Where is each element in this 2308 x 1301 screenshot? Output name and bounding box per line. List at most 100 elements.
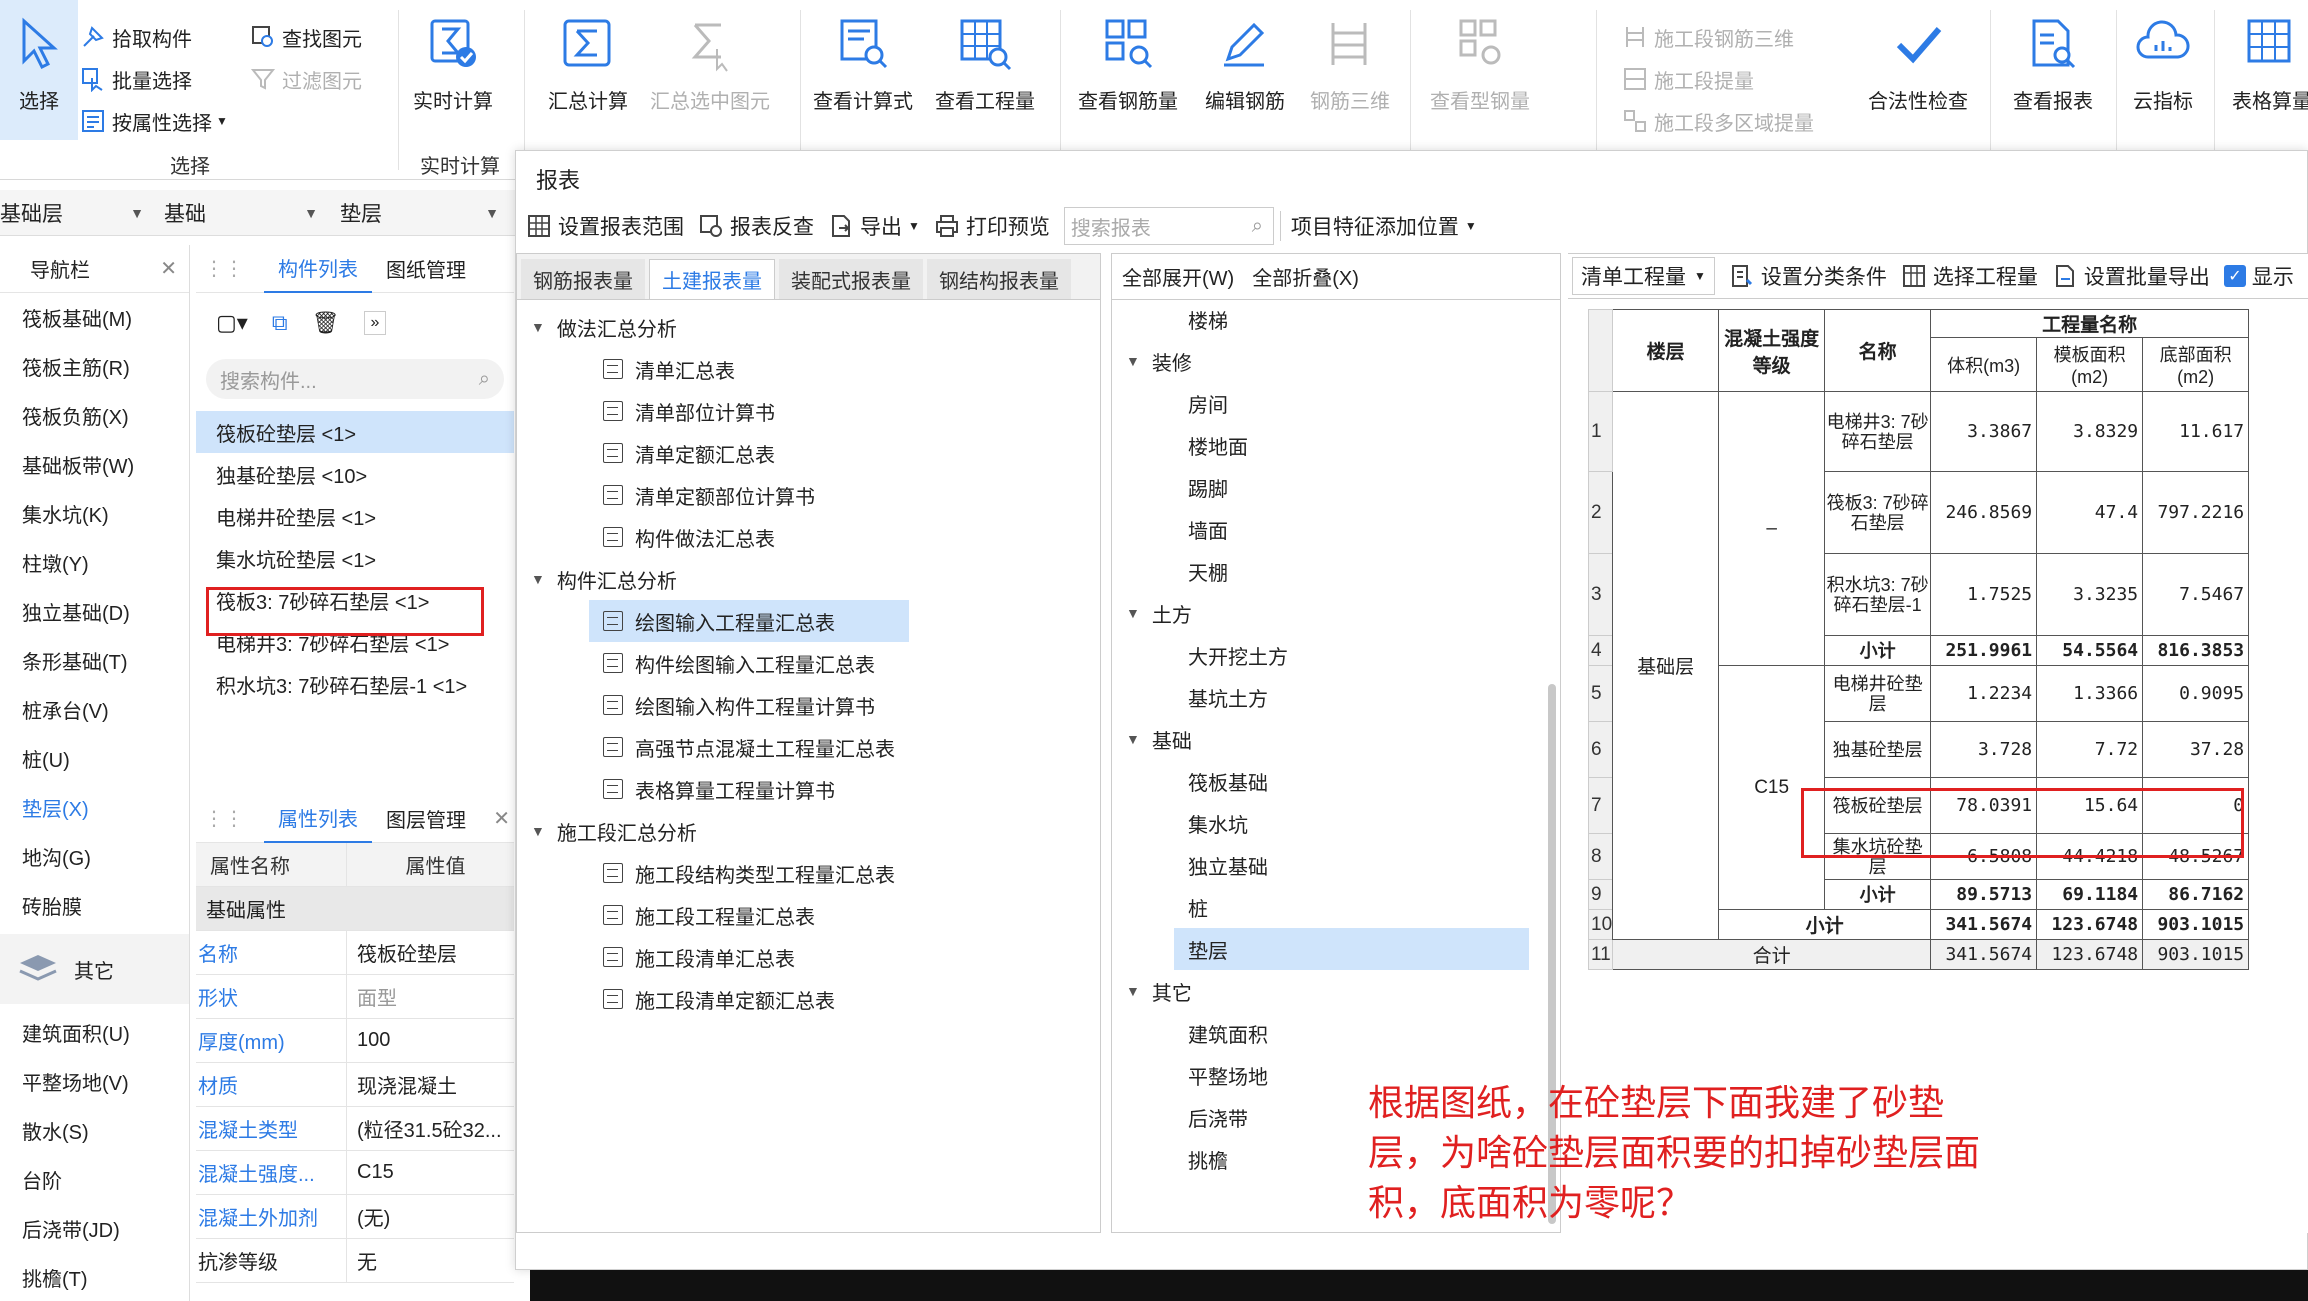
table-row[interactable]: 1 基础层 – 电梯井3: 7砂碎石垫层 3.3867 3.8329 11.617 <box>1587 391 2250 940</box>
tree-report-item[interactable]: 表格算量工程量计算书 <box>517 768 1100 810</box>
nav-item[interactable]: 地沟(G) <box>0 832 189 881</box>
stage-rebar-3d-button[interactable]: 施工段钢筋三维 <box>1622 18 1794 56</box>
tree-report-item[interactable]: 高强节点混凝土工程量汇总表 <box>517 726 1100 768</box>
type-tree-item[interactable]: 房间 <box>1112 382 1560 424</box>
tree-group[interactable]: ▼ 构件汇总分析 <box>517 558 1100 600</box>
report-tab[interactable]: 钢结构报表量 <box>927 259 1071 299</box>
floor-dropdown[interactable]: 基础层 ▼ <box>0 190 150 236</box>
tree-report-item[interactable]: 构件绘图输入工程量汇总表 <box>517 642 1100 684</box>
nav-item[interactable]: 平整场地(V) <box>0 1057 189 1106</box>
close-icon[interactable]: ✕ <box>493 806 510 831</box>
nav-item[interactable]: 台阶 <box>0 1155 189 1204</box>
type-tree-group[interactable]: ▼ 装修 <box>1112 340 1560 382</box>
type-tree-item[interactable]: 楼地面 <box>1112 424 1560 466</box>
nav-item[interactable]: 条形基础(T) <box>0 636 189 685</box>
type-tree-item[interactable]: 大开挖土方 <box>1112 634 1560 676</box>
component-list-item[interactable]: 独基砼垫层 <10> <box>196 453 514 495</box>
view-steel-button[interactable]: 查看型钢量 <box>1420 15 1540 120</box>
summary-selected-button[interactable]: 汇总选中图元 <box>640 15 780 120</box>
type-tree-item[interactable]: 筏板基础 <box>1112 760 1560 802</box>
component-list-item[interactable]: 电梯井砼垫层 <1> <box>196 495 514 537</box>
nav-item[interactable]: 基础板带(W) <box>0 440 189 489</box>
type-dropdown[interactable]: 垫层 ▼ <box>340 190 505 236</box>
view-formula-button[interactable]: 查看计算式 <box>808 15 918 120</box>
property-value[interactable]: (无) <box>346 1194 514 1239</box>
tree-report-item[interactable]: 清单汇总表 <box>517 348 1100 390</box>
select-button[interactable]: 选择 <box>0 0 78 140</box>
component-search-input[interactable]: 搜索构件... ⌕ <box>206 359 504 399</box>
copy-icon[interactable]: ⧉ <box>272 310 288 336</box>
filter-element-button[interactable]: 过滤图元 <box>250 60 362 98</box>
nav-group-other[interactable]: 其它 <box>0 934 189 1004</box>
nav-item[interactable]: 筏板负筋(X) <box>0 391 189 440</box>
tab-drawing-manage[interactable]: 图纸管理 <box>372 245 480 293</box>
summary-calc-button[interactable]: 汇总计算 <box>538 15 638 120</box>
property-value[interactable]: 100 <box>346 1018 514 1063</box>
type-tree-item[interactable]: 踢脚 <box>1112 466 1560 508</box>
property-value[interactable]: 面型 <box>346 974 514 1019</box>
property-row[interactable]: 厚度(mm) 100 <box>196 1018 514 1063</box>
tree-report-item[interactable]: 施工段结构类型工程量汇总表 <box>517 852 1100 894</box>
nav-item[interactable]: 散水(S) <box>0 1106 189 1155</box>
nav-item[interactable]: 后浇带(JD) <box>0 1204 189 1253</box>
find-element-button[interactable]: 查找图元 <box>250 18 362 56</box>
collapse-all-button[interactable]: 全部折叠(X) <box>1252 262 1359 291</box>
show-checkbox[interactable]: ✓ 显示 <box>2223 261 2294 291</box>
nav-item[interactable]: 桩承台(V) <box>0 685 189 734</box>
table-row[interactable]: 11 合计 341.5674 123.6748 903.1015 <box>1587 939 2250 970</box>
edit-rebar-button[interactable]: 编辑钢筋 <box>1190 15 1300 120</box>
tree-report-item[interactable]: 清单定额汇总表 <box>517 432 1100 474</box>
tree-report-item[interactable]: 施工段清单汇总表 <box>517 936 1100 978</box>
print-preview-button[interactable]: 打印预览 <box>934 211 1050 241</box>
tree-report-item[interactable]: 绘图输入构件工程量计算书 <box>517 684 1100 726</box>
tree-report-item[interactable]: 施工段工程量汇总表 <box>517 894 1100 936</box>
property-row[interactable]: 材质 现浇混凝土 <box>196 1062 514 1107</box>
set-category-button[interactable]: 设置分类条件 <box>1729 261 1887 291</box>
drag-handle-icon[interactable]: ⋮⋮ <box>204 806 244 831</box>
property-row[interactable]: 混凝土类型 (粒径31.5砼32... <box>196 1106 514 1151</box>
nav-item[interactable]: 集水坑(K) <box>0 489 189 538</box>
pick-component-button[interactable]: 拾取构件 <box>80 18 192 56</box>
tab-component-list[interactable]: 构件列表 <box>264 245 372 293</box>
tree-report-item[interactable]: 清单部位计算书 <box>517 390 1100 432</box>
reverse-check-button[interactable]: 报表反查 <box>698 211 814 241</box>
report-tab[interactable]: 土建报表量 <box>649 259 775 299</box>
type-tree-item[interactable]: 墙面 <box>1112 508 1560 550</box>
nav-item[interactable]: 砖胎膜 <box>0 881 189 930</box>
stage-extract-button[interactable]: 施工段提量 <box>1622 60 1754 98</box>
qty-type-dropdown[interactable]: 清单工程量 ▼ <box>1572 257 1715 295</box>
tree-group[interactable]: ▼ 施工段汇总分析 <box>517 810 1100 852</box>
nav-item[interactable]: 建筑面积(U) <box>0 1008 189 1057</box>
nav-item[interactable]: 筏板主筋(R) <box>0 342 189 391</box>
more-icon[interactable]: » <box>363 311 387 335</box>
close-icon[interactable]: ✕ <box>160 256 177 281</box>
view-quantity-button[interactable]: 查看工程量 <box>930 15 1040 120</box>
tab-layer-manage[interactable]: 图层管理 <box>372 795 480 843</box>
tree-report-item[interactable]: 施工段清单定额汇总表 <box>517 978 1100 1020</box>
type-tree-item[interactable]: 桩 <box>1112 886 1560 928</box>
view-report-button[interactable]: 查看报表 <box>1998 15 2108 120</box>
report-tab[interactable]: 钢筋报表量 <box>521 259 645 299</box>
type-tree-item[interactable]: 楼梯 <box>1112 298 1560 340</box>
expand-all-button[interactable]: 全部展开(W) <box>1122 262 1234 291</box>
property-value[interactable]: (粒径31.5砼32... <box>346 1106 514 1151</box>
type-tree-group[interactable]: ▼ 土方 <box>1112 592 1560 634</box>
stage-multi-extract-button[interactable]: 施工段多区域提量 <box>1622 102 1814 140</box>
property-row[interactable]: 混凝土外加剂 (无) <box>196 1194 514 1239</box>
component-list-item[interactable]: 筏板砼垫层 <1> <box>196 411 514 453</box>
type-tree-item[interactable]: 垫层 <box>1174 928 1529 970</box>
type-tree-item[interactable]: 建筑面积 <box>1112 1012 1560 1054</box>
category-dropdown[interactable]: 基础 ▼ <box>164 190 324 236</box>
property-value[interactable]: 筏板砼垫层 <box>346 930 514 975</box>
legality-check-button[interactable]: 合法性检查 <box>1858 15 1978 120</box>
type-tree-group[interactable]: ▼ 基础 <box>1112 718 1560 760</box>
drag-handle-icon[interactable]: ⋮⋮ <box>204 256 244 281</box>
type-tree-item[interactable]: 天棚 <box>1112 550 1560 592</box>
realtime-calc-button[interactable]: 实时计算 <box>408 15 498 120</box>
property-row[interactable]: 名称 筏板砼垫层 <box>196 930 514 975</box>
property-row[interactable]: 抗渗等级 无 <box>196 1238 514 1283</box>
tree-report-item[interactable]: 绘图输入工程量汇总表 <box>589 600 909 642</box>
property-row[interactable]: 混凝土强度... C15 <box>196 1150 514 1195</box>
report-tab[interactable]: 装配式报表量 <box>779 259 923 299</box>
rebar-3d-button[interactable]: 钢筋三维 <box>1300 15 1400 120</box>
